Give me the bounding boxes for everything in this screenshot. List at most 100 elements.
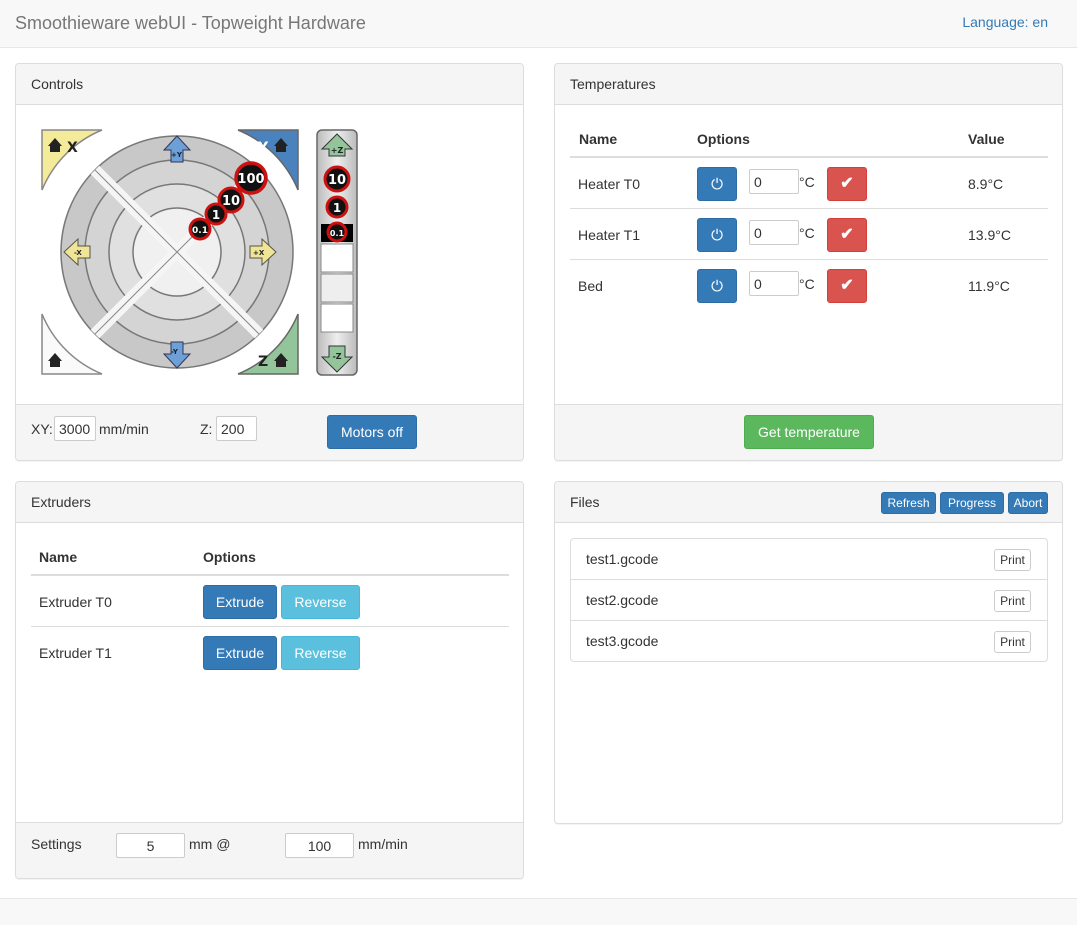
footer-bar (0, 898, 1077, 925)
temp-col-name: Name (579, 131, 618, 147)
bed-off-button[interactable]: ⏻ (697, 269, 737, 303)
heater-t0-name: Heater T0 (578, 176, 640, 192)
files-title: Files (570, 494, 600, 510)
extruder-t0-extrude-button[interactable]: Extrude (203, 585, 277, 619)
z-step-10-label: 10 (328, 173, 346, 188)
home-y-label: Y (257, 140, 269, 156)
temperatures-panel-heading: Temperatures (555, 64, 1062, 105)
minus-y-label: -Y (171, 348, 179, 356)
checkmark-icon: ✔ (840, 226, 854, 243)
file-list: test1.gcode Print test2.gcode Print test… (570, 538, 1048, 662)
xy-speed-unit: mm/min (99, 421, 149, 437)
controls-panel-heading: Controls (16, 64, 523, 105)
step-100-label: 100 (237, 172, 264, 187)
z-step-01-label: 0.1 (330, 229, 345, 238)
temperatures-panel: Temperatures Name Options Value Heater T… (554, 63, 1063, 461)
print-file-button[interactable]: Print (994, 549, 1031, 571)
power-icon: ⏻ (711, 175, 723, 193)
files-panel-heading: Files Refresh Progress Abort (555, 482, 1062, 523)
app-title[interactable]: Smoothieware webUI - Topweight Hardware (15, 13, 366, 34)
home-z-label: Z (258, 354, 268, 370)
jog-control[interactable]: X Y Z +Y -Y -X +X 100 10 1 0.1 +Z -Z 10 … (40, 124, 360, 389)
bed-name: Bed (578, 278, 603, 294)
bed-unit: °C (799, 276, 815, 292)
heater-t0-set-button[interactable]: ✔ (827, 167, 867, 201)
z-speed-label: Z: (200, 421, 213, 437)
files-refresh-button[interactable]: Refresh (881, 492, 936, 514)
xy-speed-input[interactable] (54, 416, 96, 441)
bed-set-button[interactable]: ✔ (827, 269, 867, 303)
navbar: Smoothieware webUI - Topweight Hardware … (0, 0, 1077, 48)
extrude-length-unit: mm @ (189, 836, 231, 852)
minus-x-label: -X (74, 249, 82, 257)
step-1-button[interactable]: 1 (204, 202, 228, 226)
extruder-col-name: Name (39, 549, 78, 565)
controls-footer: XY: mm/min Z: Motors off (16, 404, 523, 460)
heater-t0-setpoint-input[interactable] (749, 169, 799, 194)
heater-t1-name: Heater T1 (578, 227, 640, 243)
extrude-speed-input[interactable] (285, 833, 354, 858)
home-x-label: X (67, 140, 78, 156)
z-step-1-label: 1 (333, 201, 341, 215)
z-step-1-button[interactable]: 1 (325, 195, 349, 219)
bed-setpoint-input[interactable] (749, 271, 799, 296)
file-name: test1.gcode (586, 551, 659, 567)
language-selector[interactable]: Language: en (962, 14, 1048, 30)
xy-speed-label: XY: (31, 421, 53, 437)
heater-t1-off-button[interactable]: ⏻ (697, 218, 737, 252)
get-temperature-button[interactable]: Get temperature (744, 415, 874, 449)
extruder-t1-reverse-button[interactable]: Reverse (281, 636, 360, 670)
extruder-t1-name: Extruder T1 (39, 645, 112, 661)
extruder-settings-label: Settings (31, 836, 82, 852)
files-abort-button[interactable]: Abort (1008, 492, 1048, 514)
extruder-t0-reverse-button[interactable]: Reverse (281, 585, 360, 619)
files-panel: Files Refresh Progress Abort test1.gcode… (554, 481, 1063, 824)
files-progress-button[interactable]: Progress (940, 492, 1004, 514)
step-01-button[interactable]: 0.1 (188, 217, 212, 241)
z-speed-input[interactable] (216, 416, 257, 441)
file-name: test3.gcode (586, 633, 659, 649)
temp-col-value: Value (968, 131, 1005, 147)
temperatures-footer: Get temperature (555, 404, 1062, 460)
step-100-button[interactable]: 100 (234, 161, 268, 195)
extruder-t1-extrude-button[interactable]: Extrude (203, 636, 277, 670)
print-file-button[interactable]: Print (994, 590, 1031, 612)
plus-x-label: +X (253, 249, 265, 257)
heater-t1-set-button[interactable]: ✔ (827, 218, 867, 252)
heater-t1-setpoint-input[interactable] (749, 220, 799, 245)
heater-t0-value: 8.9°C (968, 176, 1004, 192)
controls-panel: Controls X Y Z +Y -Y -X +X 100 10 1 0.1 … (15, 63, 524, 461)
minus-z-label: -Z (332, 352, 341, 361)
extruders-panel: Extruders Name Options Extruder T0 Extru… (15, 481, 524, 879)
extrude-speed-unit: mm/min (358, 836, 408, 852)
extruder-col-options: Options (203, 549, 256, 565)
file-name: test2.gcode (586, 592, 659, 608)
step-01-label: 0.1 (192, 226, 208, 236)
file-list-item[interactable]: test2.gcode Print (571, 580, 1047, 621)
extruders-panel-heading: Extruders (16, 482, 523, 523)
motors-off-button[interactable]: Motors off (327, 415, 417, 449)
heater-t1-unit: °C (799, 225, 815, 241)
z-step-10-button[interactable]: 10 (323, 165, 351, 193)
heater-t0-off-button[interactable]: ⏻ (697, 167, 737, 201)
power-icon: ⏻ (711, 226, 723, 244)
file-list-item[interactable]: test3.gcode Print (571, 621, 1047, 662)
controls-title: Controls (31, 76, 84, 92)
plus-y-label: +Y (171, 151, 183, 159)
temp-col-options: Options (697, 131, 750, 147)
temperatures-title: Temperatures (570, 76, 656, 92)
checkmark-icon: ✔ (840, 277, 854, 294)
print-file-button[interactable]: Print (994, 631, 1031, 653)
extruder-t0-name: Extruder T0 (39, 594, 112, 610)
power-icon: ⏻ (711, 277, 723, 295)
extruders-footer: Settings mm @ mm/min (16, 822, 523, 878)
z-step-01-button[interactable]: 0.1 (326, 221, 348, 243)
plus-z-label: +Z (331, 146, 344, 155)
checkmark-icon: ✔ (840, 175, 854, 192)
extruders-title: Extruders (31, 494, 91, 510)
bed-value: 11.9°C (968, 278, 1010, 294)
step-1-label: 1 (212, 208, 220, 222)
file-list-item[interactable]: test1.gcode Print (571, 539, 1047, 580)
extrude-length-input[interactable] (116, 833, 185, 858)
heater-t0-unit: °C (799, 174, 815, 190)
